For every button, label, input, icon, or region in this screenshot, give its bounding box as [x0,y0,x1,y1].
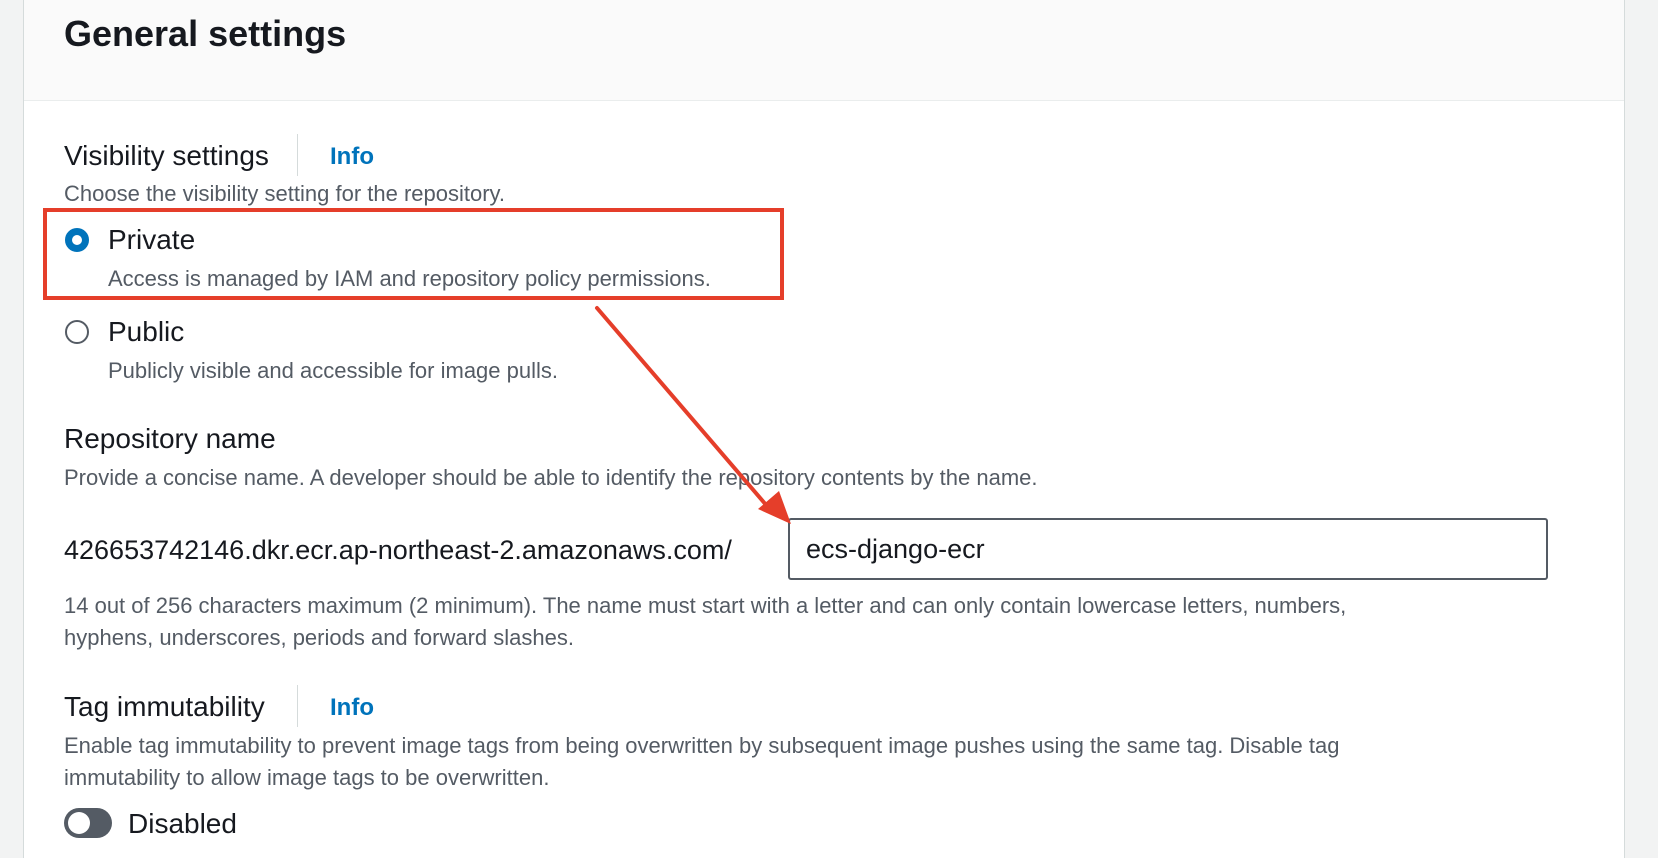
toggle-knob [68,812,90,834]
section-title: General settings [64,13,347,54]
tag-immutability-toggle[interactable] [64,808,112,838]
annotation-highlight-box [43,208,784,300]
repository-name-constraint-cont: hyphens, underscores, periods and forwar… [64,625,574,650]
repository-name-constraint: 14 out of 256 characters maximum (2 mini… [64,593,1347,618]
tag-immutability-description-cont: immutability to allow image tags to be o… [64,765,550,790]
tag-immutability-label: Tag immutability [64,691,265,722]
repository-uri-prefix: 426653742146.dkr.ecr.ap-northeast-2.amaz… [64,535,732,565]
visibility-description: Choose the visibility setting for the re… [64,181,506,206]
public-radio[interactable] [65,320,89,344]
label-divider [297,134,298,176]
tag-immutability-description: Enable tag immutability to prevent image… [64,733,1340,758]
label-divider [297,685,298,727]
panel-header: General settings [24,0,1624,101]
repository-name-input[interactable] [788,518,1548,580]
visibility-info-link[interactable]: Info [330,142,374,172]
visibility-settings-label: Visibility settings [64,140,269,171]
repository-name-description: Provide a concise name. A developer shou… [64,465,1038,490]
tag-immutability-toggle-label[interactable]: Disabled [128,807,237,841]
public-option-label[interactable]: Public [108,315,184,349]
public-option-description: Publicly visible and accessible for imag… [108,358,558,383]
repository-name-label: Repository name [64,423,276,454]
tag-immutability-info-link[interactable]: Info [330,693,374,723]
